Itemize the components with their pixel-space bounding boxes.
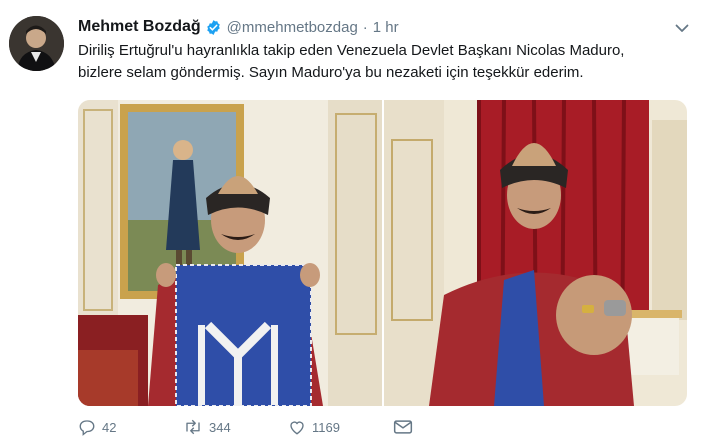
photo-image [78,100,382,406]
user-handle[interactable]: @mmehmetbozdag [227,19,358,36]
tweet-media [78,100,687,406]
tweet-text-line: Diriliş Ertuğrul'u hayranlıkla takip ede… [78,42,625,59]
retweet-count: 344 [209,419,231,435]
reply-icon [79,420,95,436]
display-name[interactable]: Mehmet Bozdağ [78,18,201,36]
dm-button[interactable] [393,419,498,435]
tweet-text: Diriliş Ertuğrul'u hayranlıkla takip ede… [78,40,698,84]
avatar[interactable] [9,16,64,71]
retweet-icon [186,419,200,435]
mail-icon [393,420,413,434]
photo-image [384,100,687,406]
avatar-image [9,16,64,71]
like-button[interactable]: 1169 [288,418,393,436]
heart-icon [290,421,304,435]
tweet-photo[interactable] [78,100,382,406]
verified-badge-icon [205,19,222,36]
chevron-down-icon[interactable] [675,20,689,38]
tweet-header: Mehmet Bozdağ @mmehmetbozdag · 1 hr [78,16,399,38]
like-count: 1169 [312,419,340,435]
tweet-photo[interactable] [384,100,687,406]
reply-button[interactable]: 42 [78,418,183,436]
retweet-button[interactable]: 344 [183,418,288,436]
tweet-text-line: bizlere selam göndermiş. Sayın Maduro'ya… [78,64,584,81]
separator-dot: · [362,18,368,36]
timestamp[interactable]: 1 hr [373,19,399,36]
reply-count: 42 [102,419,117,435]
tweet-actions: 42 344 1169 [78,418,498,436]
